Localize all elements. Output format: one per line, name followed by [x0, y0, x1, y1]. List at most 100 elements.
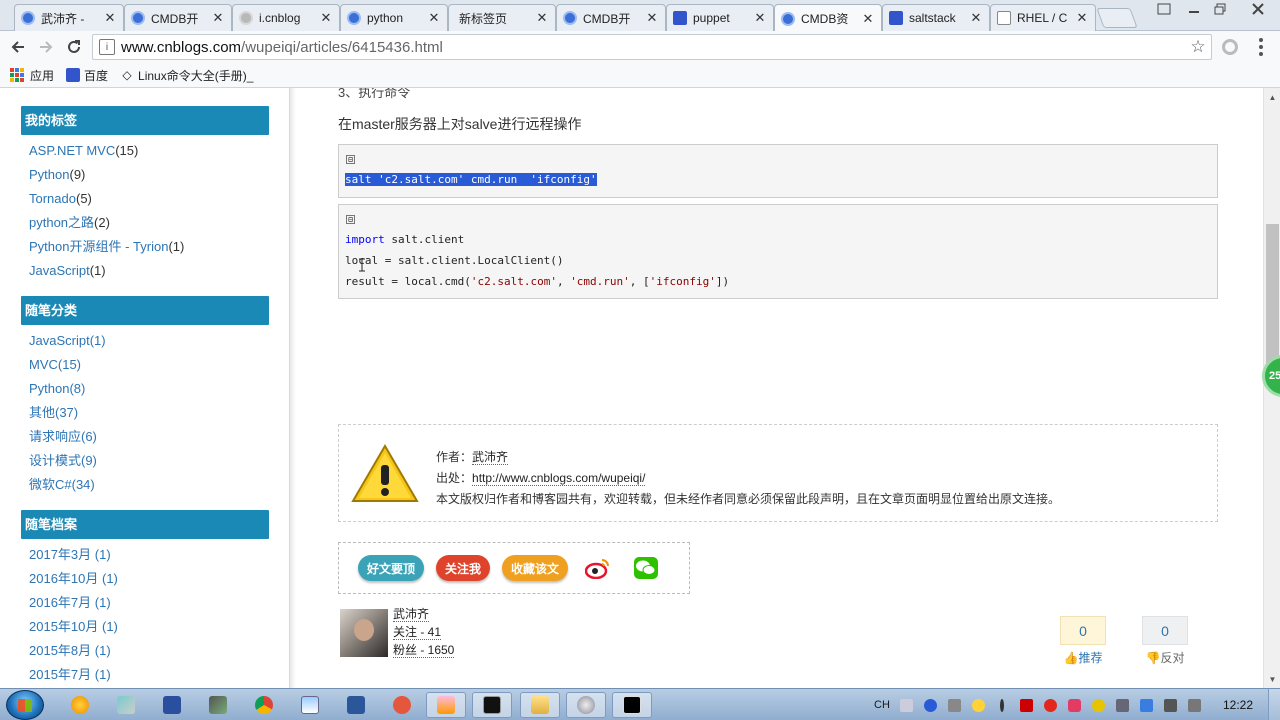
bookmark-apps[interactable]: 应用 — [10, 67, 54, 84]
archive-link[interactable]: 2016年7月 (1) — [29, 595, 111, 610]
list-item[interactable]: JavaScript(1) — [29, 329, 269, 353]
taskbar-person-icon[interactable] — [426, 692, 466, 718]
archive-link[interactable]: 2017年3月 (1) — [29, 547, 111, 562]
list-item[interactable]: ASP.NET MVC(15) — [29, 139, 269, 163]
close-icon[interactable]: ✕ — [211, 10, 225, 26]
taskbar-pinwheel-icon[interactable] — [60, 692, 100, 718]
list-item[interactable]: 2015年7月 (1) — [29, 663, 269, 687]
tag-link[interactable]: JavaScript — [29, 263, 90, 278]
page-info-icon[interactable]: i — [99, 39, 115, 55]
bury-vote[interactable]: 0 👎反对 — [1142, 616, 1188, 666]
scroll-thumb[interactable] — [1266, 224, 1279, 368]
close-icon[interactable]: ✕ — [535, 10, 549, 26]
tag-link[interactable]: Python开源组件 - Tyrion — [29, 239, 168, 254]
collapse-toggle-icon[interactable]: ⊟ — [346, 155, 355, 164]
avatar[interactable] — [340, 609, 388, 657]
list-item[interactable]: 设计模式(9) — [29, 449, 269, 473]
category-link[interactable]: 设计模式(9) — [29, 453, 97, 468]
fans-link[interactable]: 粉丝 - 1650 — [393, 643, 455, 658]
minimize-icon[interactable] — [1182, 0, 1206, 18]
source-link[interactable]: http://www.cnblogs.com/wupeiqi/ — [472, 471, 646, 486]
code-block-1[interactable]: ⊟ salt 'c2.salt.com' cmd.run 'ifconfig' — [338, 144, 1218, 198]
tab-8[interactable]: saltstack ✕ — [882, 4, 990, 31]
tab-2[interactable]: i.cnblog ✕ — [232, 4, 340, 31]
taskbar-folder-icon[interactable] — [520, 692, 560, 718]
back-arrow-icon[interactable] — [8, 37, 28, 57]
record-icon[interactable] — [1040, 697, 1060, 713]
tab-5[interactable]: CMDB开 ✕ — [556, 4, 666, 31]
list-item[interactable]: MVC(15) — [29, 353, 269, 377]
tab-9[interactable]: RHEL / C ✕ — [990, 4, 1096, 31]
restore-icon[interactable] — [1208, 0, 1232, 18]
list-item[interactable]: 请求响应(6) — [29, 425, 269, 449]
url-text[interactable]: www.cnblogs.com/wupeiqi/articles/6415436… — [121, 39, 1185, 56]
category-link[interactable]: 请求响应(6) — [29, 429, 97, 444]
tab-0[interactable]: 武沛齐 - ✕ — [14, 4, 124, 31]
category-link[interactable]: Python(8) — [29, 381, 85, 396]
archive-link[interactable]: 2015年7月 (1) — [29, 667, 111, 682]
address-bar[interactable]: i www.cnblogs.com/wupeiqi/articles/64154… — [92, 34, 1212, 60]
taskbar-save-icon[interactable] — [152, 692, 192, 718]
close-icon[interactable]: ✕ — [1075, 10, 1089, 26]
bookmark-baidu[interactable]: 百度 — [66, 67, 108, 84]
code-block-2[interactable]: ⊟ import salt.client local = salt.client… — [338, 204, 1218, 299]
archive-link[interactable]: 2016年10月 (1) — [29, 571, 118, 586]
scroll-down-icon[interactable]: ▼ — [1267, 674, 1278, 685]
close-icon[interactable]: ✕ — [427, 10, 441, 26]
list-item[interactable]: JavaScript(1) — [29, 259, 269, 283]
category-link[interactable]: 其他(37) — [29, 405, 78, 420]
list-item[interactable]: python之路(2) — [29, 211, 269, 235]
taskbar-pycharm-icon[interactable] — [612, 692, 652, 718]
archive-link[interactable]: 2015年8月 (1) — [29, 643, 111, 658]
close-icon[interactable]: ✕ — [319, 10, 333, 26]
tag-link[interactable]: ASP.NET MVC — [29, 143, 115, 158]
list-item[interactable]: Tornado(5) — [29, 187, 269, 211]
favorite-button[interactable]: 收藏该文 — [502, 555, 568, 581]
bookmark-linux[interactable]: ◇ Linux命令大全(手册)_ — [120, 67, 253, 84]
tab-1[interactable]: CMDB开 ✕ — [124, 4, 232, 31]
code-line-selected[interactable]: salt 'c2.salt.com' cmd.run 'ifconfig' — [345, 173, 597, 186]
shield-icon[interactable] — [1064, 697, 1084, 713]
list-item[interactable]: 2016年7月 (1) — [29, 591, 269, 615]
category-link[interactable]: MVC(15) — [29, 357, 81, 372]
network-icon[interactable] — [1160, 697, 1180, 713]
tab-3[interactable]: python ✕ — [340, 4, 448, 31]
digg-vote[interactable]: 0 👍推荐 — [1060, 616, 1106, 666]
flag-icon[interactable] — [1016, 697, 1036, 713]
profile-icon[interactable] — [1152, 0, 1176, 18]
wechat-icon[interactable] — [633, 555, 659, 581]
tab-4[interactable]: 新标签页 ✕ — [448, 4, 556, 31]
taskbar-cmd-icon[interactable] — [472, 692, 512, 718]
list-item[interactable]: 2015年10月 (1) — [29, 615, 269, 639]
tag-link[interactable]: Tornado — [29, 191, 76, 206]
follow-button[interactable]: 关注我 — [436, 555, 490, 581]
taskbar-word-icon[interactable] — [336, 692, 376, 718]
archive-link[interactable]: 2015年10月 (1) — [29, 619, 118, 634]
taskbar-chrome-icon[interactable] — [244, 692, 284, 718]
close-icon[interactable]: ✕ — [645, 10, 659, 26]
extension-icon[interactable] — [1222, 39, 1238, 55]
close-window-icon[interactable] — [1240, 0, 1276, 18]
list-item[interactable]: 微软C#(34) — [29, 473, 269, 497]
cloud-icon[interactable] — [968, 697, 988, 713]
forward-arrow-icon[interactable] — [36, 37, 56, 57]
list-item[interactable]: 2015年8月 (1) — [29, 639, 269, 663]
display-icon[interactable] — [1136, 697, 1156, 713]
tag-link[interactable]: python之路 — [29, 215, 94, 230]
good-article-button[interactable]: 好文要顶 — [358, 555, 424, 581]
weibo-icon[interactable] — [585, 555, 611, 581]
taskbar-paint-icon[interactable] — [198, 692, 238, 718]
volume-icon[interactable] — [1184, 697, 1204, 713]
help-icon[interactable] — [920, 697, 940, 713]
taskbar-notepad-icon[interactable] — [290, 692, 330, 718]
settings-icon[interactable] — [944, 697, 964, 713]
author-link[interactable]: 武沛齐 — [472, 450, 509, 465]
list-item[interactable]: Python(8) — [29, 377, 269, 401]
reload-icon[interactable] — [64, 37, 84, 57]
taskbar-tool-icon[interactable] — [106, 692, 146, 718]
profile-name-link[interactable]: 武沛齐 — [393, 607, 430, 622]
pin-icon[interactable] — [992, 697, 1012, 713]
collapse-toggle-icon[interactable]: ⊟ — [346, 215, 355, 224]
menu-icon[interactable] — [1256, 38, 1266, 56]
bookmark-star-icon[interactable]: ☆ — [1185, 37, 1211, 57]
